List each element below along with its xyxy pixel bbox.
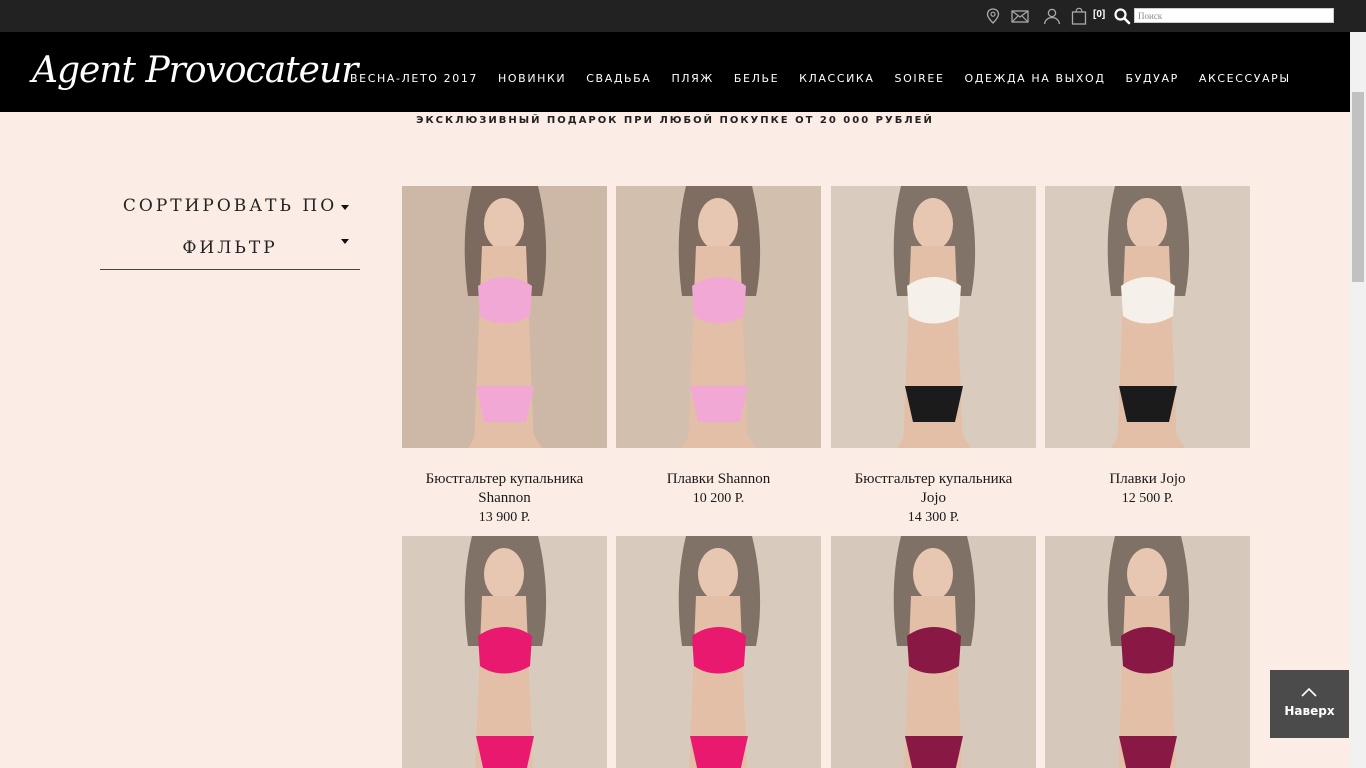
product-price: 13 900 Р. bbox=[478, 510, 531, 525]
product-photo[interactable] bbox=[1045, 536, 1250, 768]
product-price: 10 200 Р. bbox=[692, 491, 745, 506]
product-photo[interactable] bbox=[402, 536, 607, 768]
filter-sidebar: СОРТИРОВАТЬ ПО ФИЛЬТР bbox=[100, 190, 360, 270]
nav-item-soiree[interactable]: SOIREE bbox=[894, 72, 944, 86]
product-card[interactable]: Плавки Shannon 10 200 Р. bbox=[616, 186, 821, 508]
shopping-bag-icon[interactable] bbox=[1069, 7, 1089, 25]
nav-item-boudoir[interactable]: БУДУАР bbox=[1126, 72, 1179, 86]
product-card[interactable] bbox=[402, 536, 607, 768]
product-photo[interactable] bbox=[402, 186, 607, 448]
product-photo[interactable] bbox=[616, 536, 821, 768]
sort-label: СОРТИРОВАТЬ ПО bbox=[122, 196, 338, 216]
user-icon[interactable] bbox=[1042, 7, 1062, 25]
nav-item-accessories[interactable]: АКСЕССУАРЫ bbox=[1199, 72, 1291, 86]
search-input[interactable] bbox=[1134, 8, 1334, 23]
nav-item-classic[interactable]: КЛАССИКА bbox=[799, 72, 874, 86]
nav-item-lingerie[interactable]: БЕЛЬЕ bbox=[734, 72, 779, 86]
back-to-top-label: Наверх bbox=[1284, 704, 1335, 718]
chevron-down-icon bbox=[341, 239, 349, 244]
scrollbar-thumb[interactable] bbox=[1352, 92, 1364, 282]
product-card[interactable] bbox=[616, 536, 821, 768]
location-pin-icon[interactable] bbox=[983, 7, 1003, 25]
product-photo[interactable] bbox=[831, 536, 1036, 768]
nav-item-spring-summer-2017[interactable]: ВЕСНА-ЛЕТО 2017 bbox=[350, 72, 478, 86]
product-card[interactable] bbox=[1045, 536, 1250, 768]
utility-bar: [0] bbox=[0, 0, 1366, 32]
nav-item-outerwear[interactable]: ОДЕЖДА НА ВЫХОД bbox=[965, 72, 1106, 86]
promo-banner[interactable]: ЭКСКЛЮЗИВНЫЙ ПОДАРОК ПРИ ЛЮБОЙ ПОКУПКЕ О… bbox=[0, 115, 1350, 126]
nav-item-new[interactable]: НОВИНКИ bbox=[498, 72, 566, 86]
filter-label: ФИЛЬТР bbox=[182, 238, 278, 258]
product-photo[interactable] bbox=[1045, 186, 1250, 448]
product-photo[interactable] bbox=[831, 186, 1036, 448]
main-header: Agent Provocateur ВЕСНА-ЛЕТО 2017 НОВИНК… bbox=[0, 32, 1366, 112]
product-name[interactable]: Бюстгальтер купальника Jojo bbox=[831, 470, 1036, 508]
page-scrollbar[interactable] bbox=[1350, 32, 1366, 768]
search-icon[interactable] bbox=[1113, 7, 1131, 25]
product-name[interactable]: Плавки Shannon bbox=[616, 470, 821, 489]
mail-icon[interactable] bbox=[1010, 7, 1030, 25]
product-card[interactable]: Бюстгальтер купальника Shannon 13 900 Р. bbox=[402, 186, 607, 527]
product-card[interactable] bbox=[831, 536, 1036, 768]
logo-text: Agent Provocateur bbox=[32, 50, 358, 91]
product-photo[interactable] bbox=[616, 186, 821, 448]
logo[interactable]: Agent Provocateur bbox=[32, 40, 358, 102]
product-name[interactable]: Плавки Jojo bbox=[1045, 470, 1250, 489]
nav-item-wedding[interactable]: СВАДЬБА bbox=[586, 72, 651, 86]
product-price: 14 300 Р. bbox=[907, 510, 960, 525]
main-nav: ВЕСНА-ЛЕТО 2017 НОВИНКИ СВАДЬБА ПЛЯЖ БЕЛ… bbox=[350, 72, 1311, 86]
nav-item-beach[interactable]: ПЛЯЖ bbox=[671, 72, 713, 86]
product-price: 12 500 Р. bbox=[1121, 491, 1174, 506]
back-to-top-button[interactable]: Наверх bbox=[1270, 670, 1349, 738]
product-name[interactable]: Бюстгальтер купальника Shannon bbox=[402, 470, 607, 508]
chevron-up-icon bbox=[1301, 687, 1317, 697]
cart-count[interactable]: [0] bbox=[1093, 9, 1105, 20]
sort-dropdown[interactable]: СОРТИРОВАТЬ ПО bbox=[100, 196, 360, 216]
filter-dropdown[interactable]: ФИЛЬТР bbox=[100, 238, 360, 258]
chevron-down-icon bbox=[341, 205, 349, 210]
product-card[interactable]: Бюстгальтер купальника Jojo 14 300 Р. bbox=[831, 186, 1036, 527]
product-card[interactable]: Плавки Jojo 12 500 Р. bbox=[1045, 186, 1250, 508]
